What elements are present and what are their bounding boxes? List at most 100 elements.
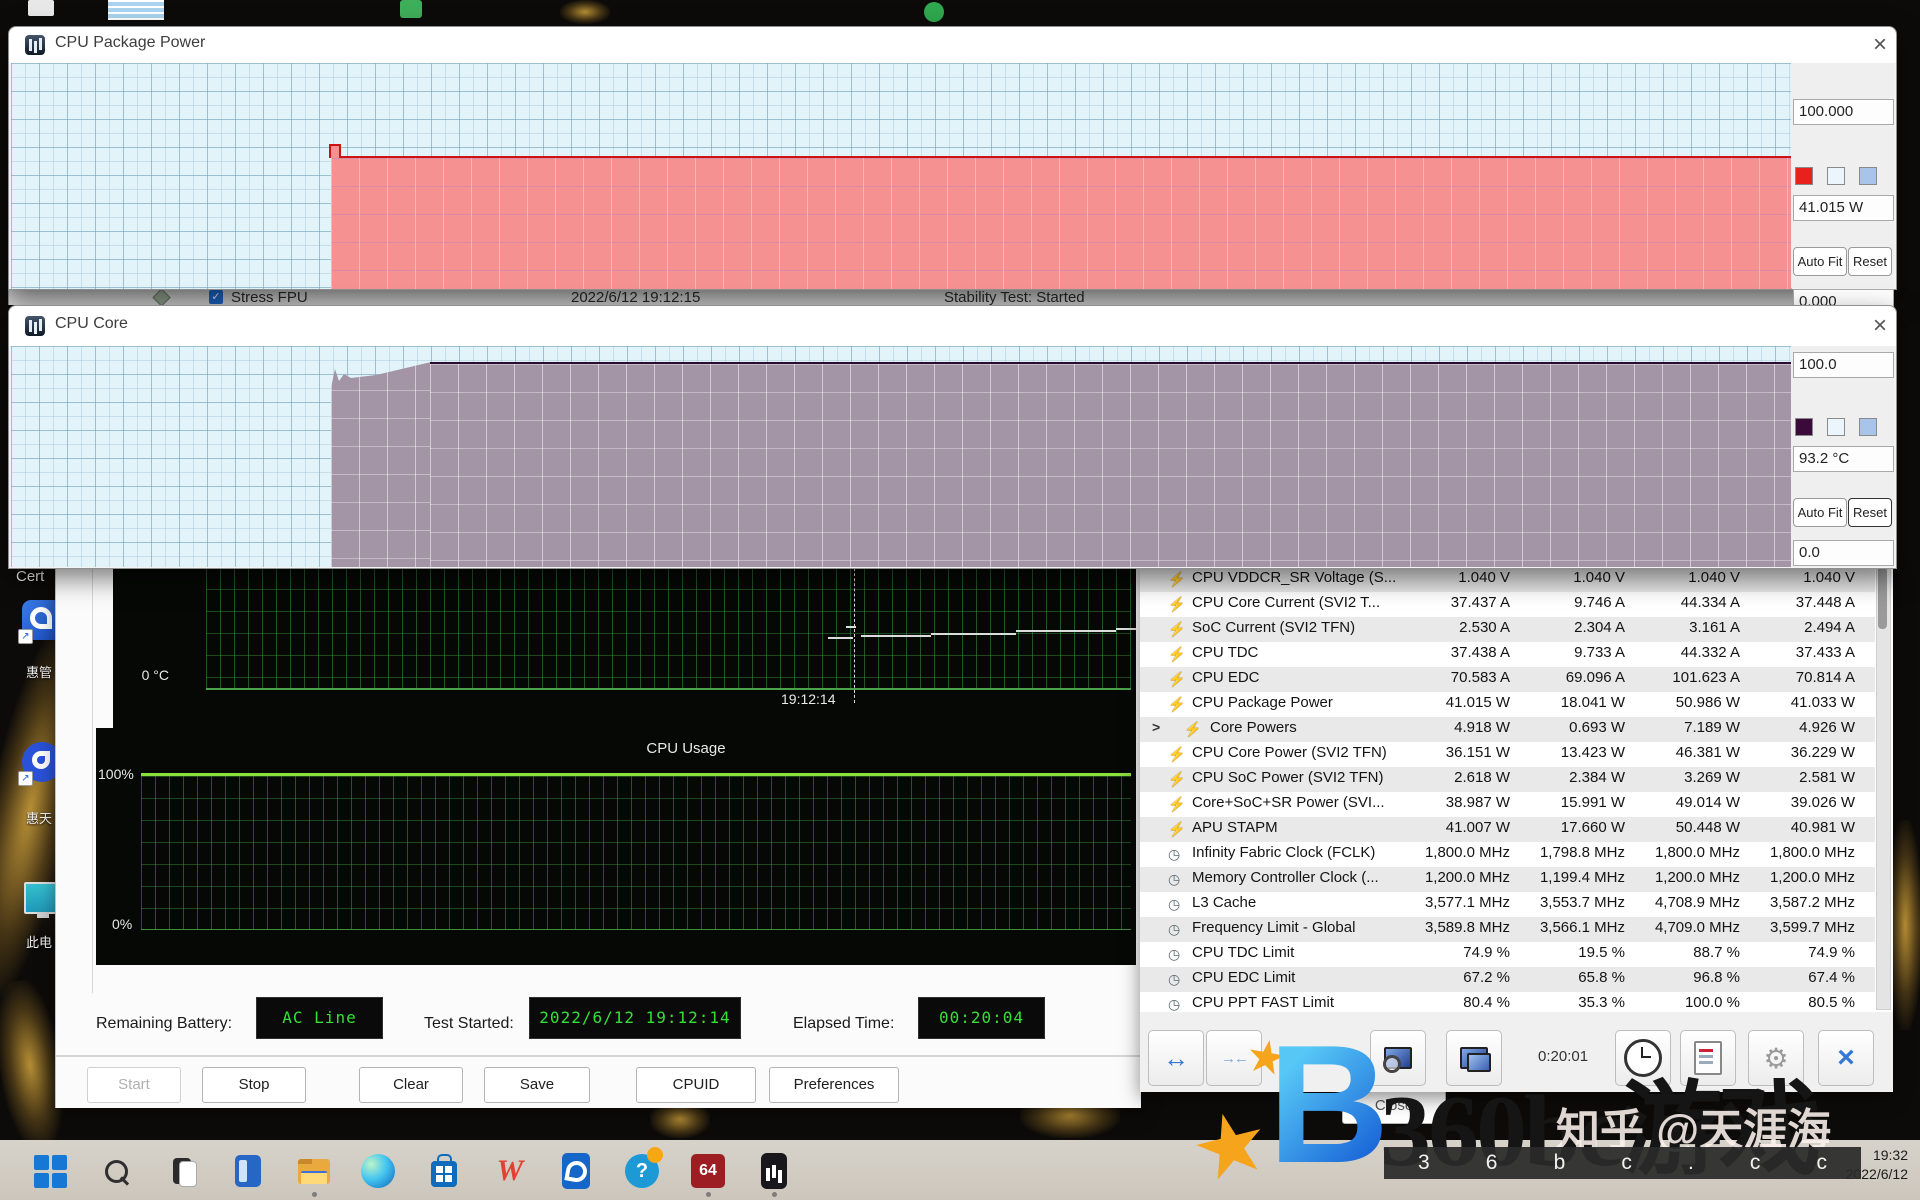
occt-start-button[interactable]: Start	[87, 1067, 181, 1103]
current-value-field[interactable]: 41.015 W	[1793, 195, 1894, 221]
close-icon[interactable]: ×	[1865, 313, 1895, 339]
sensor-value: 70.814 A	[1745, 669, 1855, 686]
taskbar-store-button[interactable]	[424, 1151, 464, 1191]
occt-save-button[interactable]: Save	[484, 1067, 590, 1103]
sensor-value: 80.5 %	[1745, 994, 1855, 1011]
window-titlebar[interactable]: CPU Package Power ×	[9, 27, 1896, 63]
occt-window: 0 °C 19:12:14 CPU Usage 100% 0% Remainin…	[55, 563, 1141, 1108]
occt-close-button[interactable]: Close	[1342, 1090, 1446, 1124]
toolbar-collapse-button[interactable]: →←	[1206, 1030, 1262, 1086]
stress-test-icon	[152, 288, 170, 305]
sensor-row[interactable]: ◷Infinity Fabric Clock (FCLK)1,800.0 MHz…	[1140, 842, 1875, 867]
taskbar-widgets-button[interactable]	[228, 1151, 268, 1191]
package-power-graph	[11, 63, 1792, 289]
desktop-icon-label[interactable]: 惠天	[26, 808, 52, 827]
bolt-icon: ⚡	[1168, 619, 1186, 639]
bolt-icon: ⚡	[1184, 719, 1202, 739]
sensor-value: 74.9 %	[1400, 944, 1510, 961]
scale-min-field[interactable]: 0.0	[1793, 540, 1894, 566]
toolbar-report-button[interactable]	[1680, 1030, 1736, 1086]
sensor-row[interactable]: ⚡APU STAPM41.007 W17.660 W50.448 W40.981…	[1140, 817, 1875, 842]
toolbar-screens-button[interactable]	[1446, 1030, 1502, 1086]
taskbar-search-button[interactable]	[96, 1151, 136, 1191]
sensor-row[interactable]: ⚡Core+SoC+SR Power (SVI...38.987 W15.991…	[1140, 792, 1875, 817]
temperature-trace	[1116, 628, 1136, 630]
reset-button[interactable]: Reset	[1848, 498, 1892, 527]
sensor-label: CPU VDDCR_SR Voltage (S...	[1192, 569, 1397, 586]
sensor-row[interactable]: ⚡CPU EDC70.583 A69.096 A101.623 A70.814 …	[1140, 667, 1875, 692]
background-color-swatch[interactable]	[1827, 418, 1845, 436]
sensor-row[interactable]: ◷Frequency Limit - Global3,589.8 MHz3,56…	[1140, 917, 1875, 942]
sensor-row[interactable]: >⚡Core Powers4.918 W0.693 W7.189 W4.926 …	[1140, 717, 1875, 742]
sensor-row[interactable]: ◷CPU PPT FAST Limit80.4 %35.3 %100.0 %80…	[1140, 992, 1875, 1013]
taskbar-hp-button[interactable]	[556, 1151, 596, 1191]
sensor-row[interactable]: ⚡CPU TDC37.438 A9.733 A44.332 A37.433 A	[1140, 642, 1875, 667]
occt-clear-button[interactable]: Clear	[359, 1067, 463, 1103]
toolbar-close-button[interactable]: ×	[1818, 1030, 1874, 1086]
desktop-icon-label[interactable]: Cert	[16, 568, 44, 585]
sensor-value: 41.015 W	[1400, 694, 1510, 711]
clock-icon: ◷	[1168, 919, 1186, 939]
sensor-scrollbar[interactable]	[1876, 565, 1891, 1010]
sensor-label: Memory Controller Clock (...	[1192, 869, 1397, 886]
hwinfo-graph-icon	[25, 316, 45, 336]
sensor-row[interactable]: ⚡SoC Current (SVI2 TFN)2.530 A2.304 A3.1…	[1140, 617, 1875, 642]
usage-grid	[141, 773, 1131, 930]
occt-stop-button[interactable]: Stop	[202, 1067, 306, 1103]
auto-fit-button[interactable]: Auto Fit	[1793, 498, 1847, 527]
bolt-icon: ⚡	[1168, 594, 1186, 614]
sensor-row[interactable]: ◷CPU TDC Limit74.9 %19.5 %88.7 %74.9 %	[1140, 942, 1875, 967]
temperature-graph: 0 °C 19:12:14	[113, 563, 1136, 728]
toolbar-gear-button[interactable]: ⚙	[1748, 1030, 1804, 1086]
desktop-icon-label[interactable]: 此电	[26, 932, 52, 951]
scrollbar-thumb[interactable]	[1878, 567, 1887, 629]
series-color-swatch[interactable]	[1795, 167, 1813, 185]
taskbar-photos-button[interactable]	[162, 1151, 202, 1191]
sensor-row[interactable]: ◷CPU EDC Limit67.2 %65.8 %96.8 %67.4 %	[1140, 967, 1875, 992]
scale-color-swatch[interactable]	[1859, 167, 1877, 185]
sensor-label: Frequency Limit - Global	[1192, 919, 1397, 936]
toolbar-clock-button[interactable]	[1615, 1030, 1671, 1086]
usage-0-label: 0%	[112, 916, 132, 932]
occt-cpuid-button[interactable]: CPUID	[636, 1067, 756, 1103]
stress-checkbox[interactable]: ✓	[209, 290, 223, 304]
scale-color-swatch[interactable]	[1859, 418, 1877, 436]
tray-date: 2022/6/12	[1800, 1165, 1908, 1184]
taskbar-aida64-button[interactable]: 64	[688, 1151, 728, 1191]
stress-log-row[interactable]: ✓ Stress FPU 2022/6/12 19:12:15 Stabilit…	[8, 288, 1894, 305]
toolbar-h-arrows-button[interactable]: ↔	[1148, 1030, 1204, 1086]
bolt-icon: ⚡	[1168, 794, 1186, 814]
taskbar-start-button[interactable]	[30, 1151, 70, 1191]
desktop-icon-label[interactable]: 惠管	[26, 662, 52, 681]
gear-icon: ⚙	[1763, 1042, 1788, 1075]
sensor-row[interactable]: ◷L3 Cache3,577.1 MHz3,553.7 MHz4,708.9 M…	[1140, 892, 1875, 917]
occt-preferences-button[interactable]: Preferences	[769, 1067, 899, 1103]
sensor-value: 9.746 A	[1515, 594, 1625, 611]
stress-test-time: 2022/6/12 19:12:15	[571, 289, 700, 305]
sensor-row[interactable]: ⚡CPU Package Power41.015 W18.041 W50.986…	[1140, 692, 1875, 717]
toolbar-screen-zoom-button[interactable]	[1370, 1030, 1426, 1086]
temperature-grid	[206, 567, 1131, 690]
series-color-swatch[interactable]	[1795, 418, 1813, 436]
taskbar-explorer-button[interactable]	[294, 1151, 334, 1191]
sensor-row[interactable]: ◷Memory Controller Clock (...1,200.0 MHz…	[1140, 867, 1875, 892]
auto-fit-button[interactable]: Auto Fit	[1793, 247, 1847, 276]
current-value-field[interactable]: 93.2 °C	[1793, 446, 1894, 472]
sensor-row[interactable]: ⚡CPU Core Power (SVI2 TFN)36.151 W13.423…	[1140, 742, 1875, 767]
taskbar-wps-button[interactable]: W	[490, 1151, 530, 1191]
background-color-swatch[interactable]	[1827, 167, 1845, 185]
taskbar-hwinfo-button[interactable]	[754, 1151, 794, 1191]
sensor-row[interactable]: ⚡CPU Core Current (SVI2 T...37.437 A9.74…	[1140, 592, 1875, 617]
scale-max-field[interactable]: 100.0	[1793, 352, 1894, 378]
reset-button[interactable]: Reset	[1848, 247, 1892, 276]
window-titlebar[interactable]: CPU Core ×	[9, 306, 1896, 346]
taskbar-clock[interactable]: 19:32 2022/6/12	[1800, 1146, 1908, 1184]
expander-icon[interactable]: >	[1152, 719, 1160, 735]
sensor-row[interactable]: ⚡CPU VDDCR_SR Voltage (S...1.040 V1.040 …	[1140, 567, 1875, 592]
taskbar-edge-button[interactable]	[358, 1151, 398, 1191]
close-icon[interactable]: ×	[1865, 32, 1895, 58]
sensor-value: 3.269 W	[1630, 769, 1740, 786]
sensor-row[interactable]: ⚡CPU SoC Power (SVI2 TFN)2.618 W2.384 W3…	[1140, 767, 1875, 792]
scale-max-field[interactable]: 100.000	[1793, 99, 1894, 125]
taskbar-help-button[interactable]: ?	[622, 1151, 662, 1191]
